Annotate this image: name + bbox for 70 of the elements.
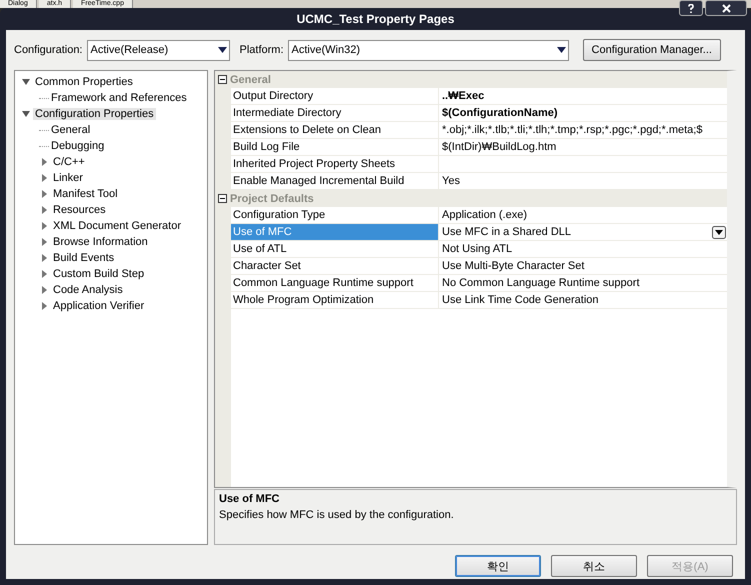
property-value: Application (.exe): [442, 208, 527, 223]
configuration-manager-button[interactable]: Configuration Manager...: [582, 39, 721, 61]
property-name[interactable]: Whole Program Optimization: [231, 292, 439, 308]
property-name[interactable]: Character Set: [231, 258, 439, 274]
property-value: Use Multi-Byte Character Set: [442, 259, 584, 274]
dropdown-arrow-icon: [556, 47, 566, 53]
tree-item[interactable]: Build Events: [51, 252, 116, 264]
collapsed-triangle-icon[interactable]: [39, 157, 49, 167]
configuration-dropdown[interactable]: Active(Release): [86, 40, 230, 60]
platform-label: Platform:: [240, 44, 284, 56]
tree-item[interactable]: Framework and References: [49, 92, 189, 104]
collapsed-triangle-icon[interactable]: [39, 205, 49, 215]
category-header: Project Defaults: [230, 192, 314, 204]
tree-item[interactable]: Linker: [51, 172, 85, 184]
collapsed-triangle-icon[interactable]: [39, 269, 49, 279]
property-value: ..₩Exec: [442, 89, 484, 104]
property-value: *.obj;*.ilk;*.tlb;*.tli;*.tlh;*.tmp;*.rsp;*.pgc;*.pgd;*.meta;$: [442, 123, 702, 138]
property-name[interactable]: Build Log File: [231, 139, 439, 155]
collapsed-triangle-icon[interactable]: [39, 237, 49, 247]
tree-item[interactable]: Resources: [51, 204, 108, 216]
property-value: $(IntDir)₩BuildLog.htm: [442, 140, 556, 155]
collapsed-triangle-icon[interactable]: [39, 189, 49, 199]
dropdown-button[interactable]: [712, 226, 726, 238]
expanded-triangle-icon[interactable]: [21, 109, 31, 119]
property-name[interactable]: Output Directory: [231, 88, 439, 104]
tree-item[interactable]: General: [49, 124, 92, 136]
collapsed-triangle-icon[interactable]: [39, 173, 49, 183]
property-name[interactable]: Use of ATL: [231, 241, 439, 257]
description-title: Use of MFC: [219, 493, 280, 505]
property-name[interactable]: Inherited Project Property Sheets: [231, 156, 439, 172]
help-button[interactable]: [679, 0, 703, 16]
property-value: Use Link Time Code Generation: [442, 293, 599, 308]
category-header: General: [230, 74, 271, 86]
property-name[interactable]: Enable Managed Incremental Build: [231, 173, 439, 189]
collapse-icon[interactable]: [218, 194, 227, 203]
property-value: $(ConfigurationName): [442, 106, 558, 121]
property-name[interactable]: Common Language Runtime support: [231, 275, 439, 291]
property-name[interactable]: Extensions to Delete on Clean: [231, 122, 439, 138]
collapsed-triangle-icon[interactable]: [39, 285, 49, 295]
window-title: UCMC_Test Property Pages: [296, 12, 454, 26]
configuration-label: Configuration:: [14, 44, 82, 56]
tree-item[interactable]: Code Analysis: [51, 284, 125, 296]
dialog-button[interactable]: 취소: [551, 555, 637, 577]
tree-item[interactable]: Configuration Properties: [33, 108, 156, 120]
dropdown-arrow-icon: [218, 47, 226, 53]
property-value: Use MFC in a Shared DLL: [442, 225, 571, 240]
collapsed-triangle-icon[interactable]: [39, 221, 49, 231]
dialog-button[interactable]: 확인: [455, 555, 541, 577]
collapsed-triangle-icon[interactable]: [39, 253, 49, 263]
tree-item[interactable]: Manifest Tool: [51, 188, 120, 200]
description-text: Specifies how MFC is used by the configuration.: [219, 509, 455, 521]
question-mark-icon: [688, 4, 694, 12]
property-value: No Common Language Runtime support: [442, 276, 640, 291]
expanded-triangle-icon[interactable]: [21, 77, 31, 87]
tree-item[interactable]: Common Properties: [33, 76, 135, 88]
property-value: Not Using ATL: [442, 242, 512, 257]
tree-item[interactable]: C/C++: [51, 156, 87, 168]
tree-item[interactable]: Custom Build Step: [51, 268, 146, 280]
property-name[interactable]: Configuration Type: [231, 207, 439, 223]
close-icon: [722, 4, 730, 12]
platform-dropdown[interactable]: Active(Win32): [288, 40, 569, 60]
property-name[interactable]: Intermediate Directory: [231, 105, 439, 121]
close-button[interactable]: [705, 0, 747, 16]
collapsed-triangle-icon[interactable]: [39, 301, 49, 311]
tree-item[interactable]: Application Verifier: [51, 300, 146, 312]
collapse-icon[interactable]: [218, 75, 227, 84]
tree-item[interactable]: Browse Information: [51, 236, 150, 248]
tree-item[interactable]: Debugging: [49, 140, 106, 152]
property-value: Yes: [442, 174, 460, 189]
tree-item[interactable]: XML Document Generator: [51, 220, 183, 232]
